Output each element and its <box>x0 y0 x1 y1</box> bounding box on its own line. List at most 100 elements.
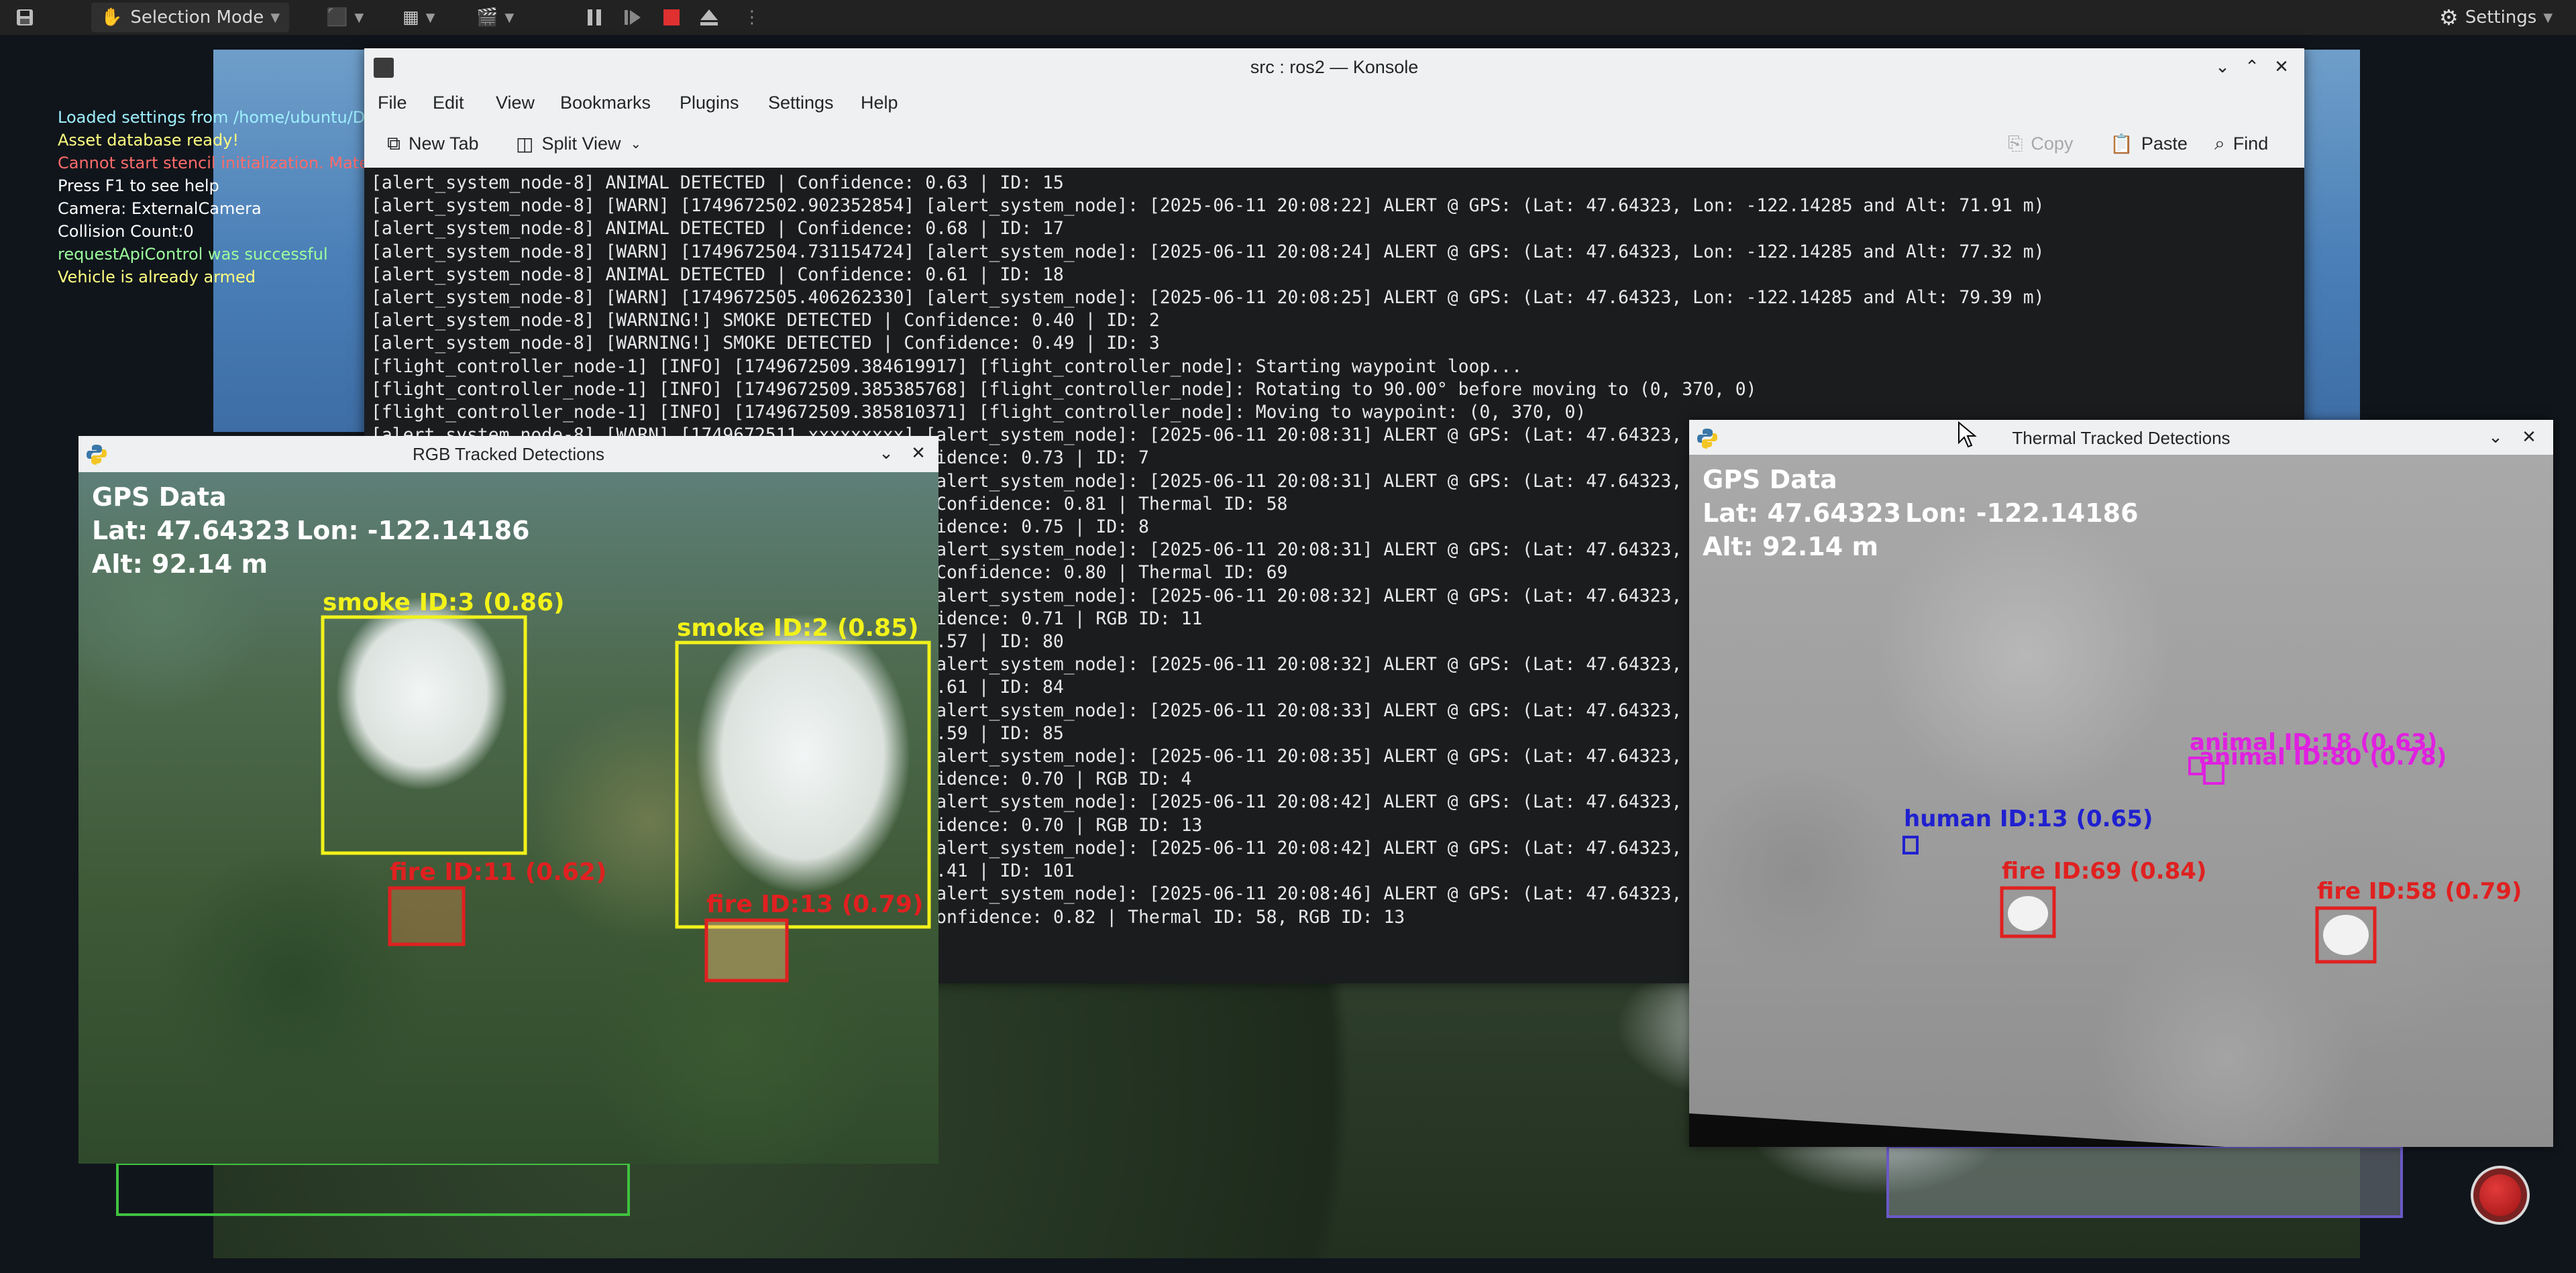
find-button[interactable]: ⌕ Find <box>2214 127 2268 160</box>
close-icon[interactable]: ✕ <box>2517 425 2541 449</box>
window-title: Thermal Tracked Detections <box>2012 428 2231 448</box>
new-tab-button[interactable]: ⧉ New Tab <box>387 127 479 160</box>
cursor-hand-icon: ✋ <box>101 7 123 27</box>
blueprint-button[interactable]: ▦ ▼ <box>402 0 435 35</box>
split-view-label: Split View <box>541 133 621 154</box>
pause-icon <box>588 9 601 25</box>
log-line: Asset database ready! <box>58 131 239 150</box>
log-line: Collision Count:0 <box>58 222 194 241</box>
editor-toolbar: ✋ Selection Mode ▼ ⬛ ▼ ▦ ▼ 🎬 ▼ ⋮ ⚙ Settings… <box>0 0 2576 36</box>
terminal-line: [flight_controller_node-1] [INFO] [17496… <box>371 355 1522 377</box>
log-line: Cannot start stencil initialization. Mat… <box>58 154 380 172</box>
rgb-camera-frame: GPS Data Lat: 47.64323 Lon: -122.14186 A… <box>78 472 938 1164</box>
find-label: Find <box>2233 133 2269 154</box>
human-detection-13: human ID:13 (0.65) <box>1902 806 2153 854</box>
viewport-log: Loaded settings from /home/ubuntu/Do Ass… <box>58 106 380 288</box>
fire-detection-58: fire ID:58 (0.79) <box>2315 878 2522 964</box>
konsole-titlebar[interactable]: src : ros2 — Konsole ⌄ ⌃ ✕ <box>364 48 2304 87</box>
detection-label: fire ID:69 (0.84) <box>2002 858 2206 885</box>
menubar: File Edit View Bookmarks Plugins Setting… <box>364 86 2304 119</box>
menu-plugins[interactable]: Plugins <box>680 86 739 119</box>
copy-button[interactable]: ⎘ Copy <box>2008 127 2073 160</box>
terminal-line: [alert_system_node-8] [WARN] [1749672502… <box>371 195 2045 217</box>
menu-edit[interactable]: Edit <box>433 86 464 119</box>
rgb-titlebar[interactable]: RGB Tracked Detections ⌄ ✕ <box>78 436 938 473</box>
cinematics-button[interactable]: 🎬 ▼ <box>476 0 514 35</box>
detection-label: smoke ID:3 (0.86) <box>323 589 565 616</box>
add-cube-icon: ⬛ <box>326 7 348 27</box>
record-button[interactable] <box>2471 1166 2530 1225</box>
terminal-line: [alert_system_node-8] [WARNING!] SMOKE D… <box>371 333 1160 354</box>
thermal-camera-frame: GPS Data Lat: 47.64323 Lon: -122.14186 A… <box>1689 455 2553 1147</box>
copy-icon: ⎘ <box>2008 132 2023 154</box>
eject-button[interactable] <box>699 0 719 35</box>
settings-label: Settings <box>2465 7 2537 27</box>
chevron-down-icon: ⌄ <box>630 136 642 152</box>
selection-mode-button[interactable]: ✋ Selection Mode ▼ <box>91 3 290 32</box>
smoke-detection-2: smoke ID:2 (0.85) <box>675 614 931 929</box>
terminal-line: [alert_system_node-8] ANIMAL DETECTED | … <box>371 172 1064 193</box>
minimize-icon[interactable]: ⌄ <box>2210 55 2235 79</box>
window-title: src : ros2 — Konsole <box>1250 57 1419 77</box>
fire-detection-69: fire ID:69 (0.84) <box>2000 858 2206 938</box>
selection-mode-label: Selection Mode <box>130 7 264 27</box>
minimize-icon[interactable]: ⌄ <box>874 441 898 465</box>
gps-title: GPS Data <box>92 482 227 512</box>
chevron-down-icon: ▼ <box>2543 10 2553 25</box>
more-options-icon[interactable]: ⋮ <box>743 0 761 35</box>
menu-file[interactable]: File <box>378 86 407 119</box>
stop-button[interactable] <box>661 0 682 35</box>
step-button[interactable] <box>623 0 643 35</box>
terminal-line: [alert_system_node-8] [WARN] [1749672504… <box>371 241 2045 262</box>
maximize-icon[interactable]: ⌃ <box>2240 55 2264 79</box>
paste-label: Paste <box>2141 133 2188 154</box>
gps-altitude: Alt: 92.14 m <box>1703 532 1878 561</box>
split-view-icon: ◫ <box>516 133 534 154</box>
scene-blue-frame <box>1886 1146 2403 1218</box>
animal-detection-18: animal ID:18 (0.63) animal ID:80 (0.78) <box>2188 729 2447 785</box>
mouse-cursor-icon <box>1958 421 1977 448</box>
detection-label: fire ID:13 (0.79) <box>706 891 923 918</box>
menu-settings[interactable]: Settings <box>768 86 834 119</box>
terminal-line: [alert_system_node-8] [WARN] [1749672505… <box>371 287 2045 309</box>
fire-detection-13: fire ID:13 (0.79) <box>704 891 923 983</box>
search-icon: ⌕ <box>2214 132 2225 154</box>
fire-detection-11: fire ID:11 (0.62) <box>388 859 606 946</box>
close-icon[interactable]: ✕ <box>2269 55 2294 79</box>
new-tab-label: New Tab <box>409 133 479 154</box>
thermal-titlebar[interactable]: Thermal Tracked Detections ⌄ ✕ <box>1689 420 2553 455</box>
smoke-detection-3: smoke ID:3 (0.86) <box>321 589 565 855</box>
detection-label: fire ID:58 (0.79) <box>2317 878 2522 905</box>
log-line: Loaded settings from /home/ubuntu/Do <box>58 108 375 127</box>
terminal-line: [alert_system_node-8] ANIMAL DETECTED | … <box>371 218 1064 239</box>
terminal-line: [alert_system_node-8] [WARNING!] SMOKE D… <box>371 310 1160 331</box>
chevron-down-icon: ▼ <box>425 10 435 25</box>
menu-bookmarks[interactable]: Bookmarks <box>560 86 651 119</box>
clapperboard-icon: 🎬 <box>476 7 498 27</box>
terminal-line: [alert_system_node-8] ANIMAL DETECTED | … <box>371 264 1064 285</box>
pause-button[interactable] <box>585 0 604 35</box>
window-title: RGB Tracked Detections <box>412 444 605 464</box>
gps-altitude: Alt: 92.14 m <box>92 549 268 579</box>
settings-button[interactable]: ⚙ Settings ▼ <box>2439 0 2553 35</box>
detection-label: animal ID:80 (0.78) <box>2199 744 2447 771</box>
add-content-button[interactable]: ⬛ ▼ <box>326 0 364 35</box>
frame-border-wedge <box>1689 1113 2226 1147</box>
detection-label: smoke ID:2 (0.85) <box>677 614 919 642</box>
save-icon[interactable] <box>15 0 35 35</box>
thermal-detections-window: Thermal Tracked Detections ⌄ ✕ GPS Data … <box>1689 420 2553 1147</box>
log-line: Camera: ExternalCamera <box>58 199 262 218</box>
menu-help[interactable]: Help <box>861 86 898 119</box>
log-line: Vehicle is already armed <box>58 268 256 286</box>
split-view-button[interactable]: ◫ Split View ⌄ <box>516 127 641 160</box>
gps-title: GPS Data <box>1703 465 1837 494</box>
minimize-icon[interactable]: ⌄ <box>2483 425 2508 449</box>
close-icon[interactable]: ✕ <box>906 441 930 465</box>
chevron-down-icon: ▼ <box>270 10 280 25</box>
eject-icon <box>700 9 718 25</box>
step-forward-icon <box>625 10 641 25</box>
menu-view[interactable]: View <box>496 86 535 119</box>
gps-longitude: Lon: -122.14186 <box>1905 498 2139 528</box>
paste-button[interactable]: 📋 Paste <box>2110 127 2188 160</box>
new-tab-icon: ⧉ <box>387 132 400 154</box>
